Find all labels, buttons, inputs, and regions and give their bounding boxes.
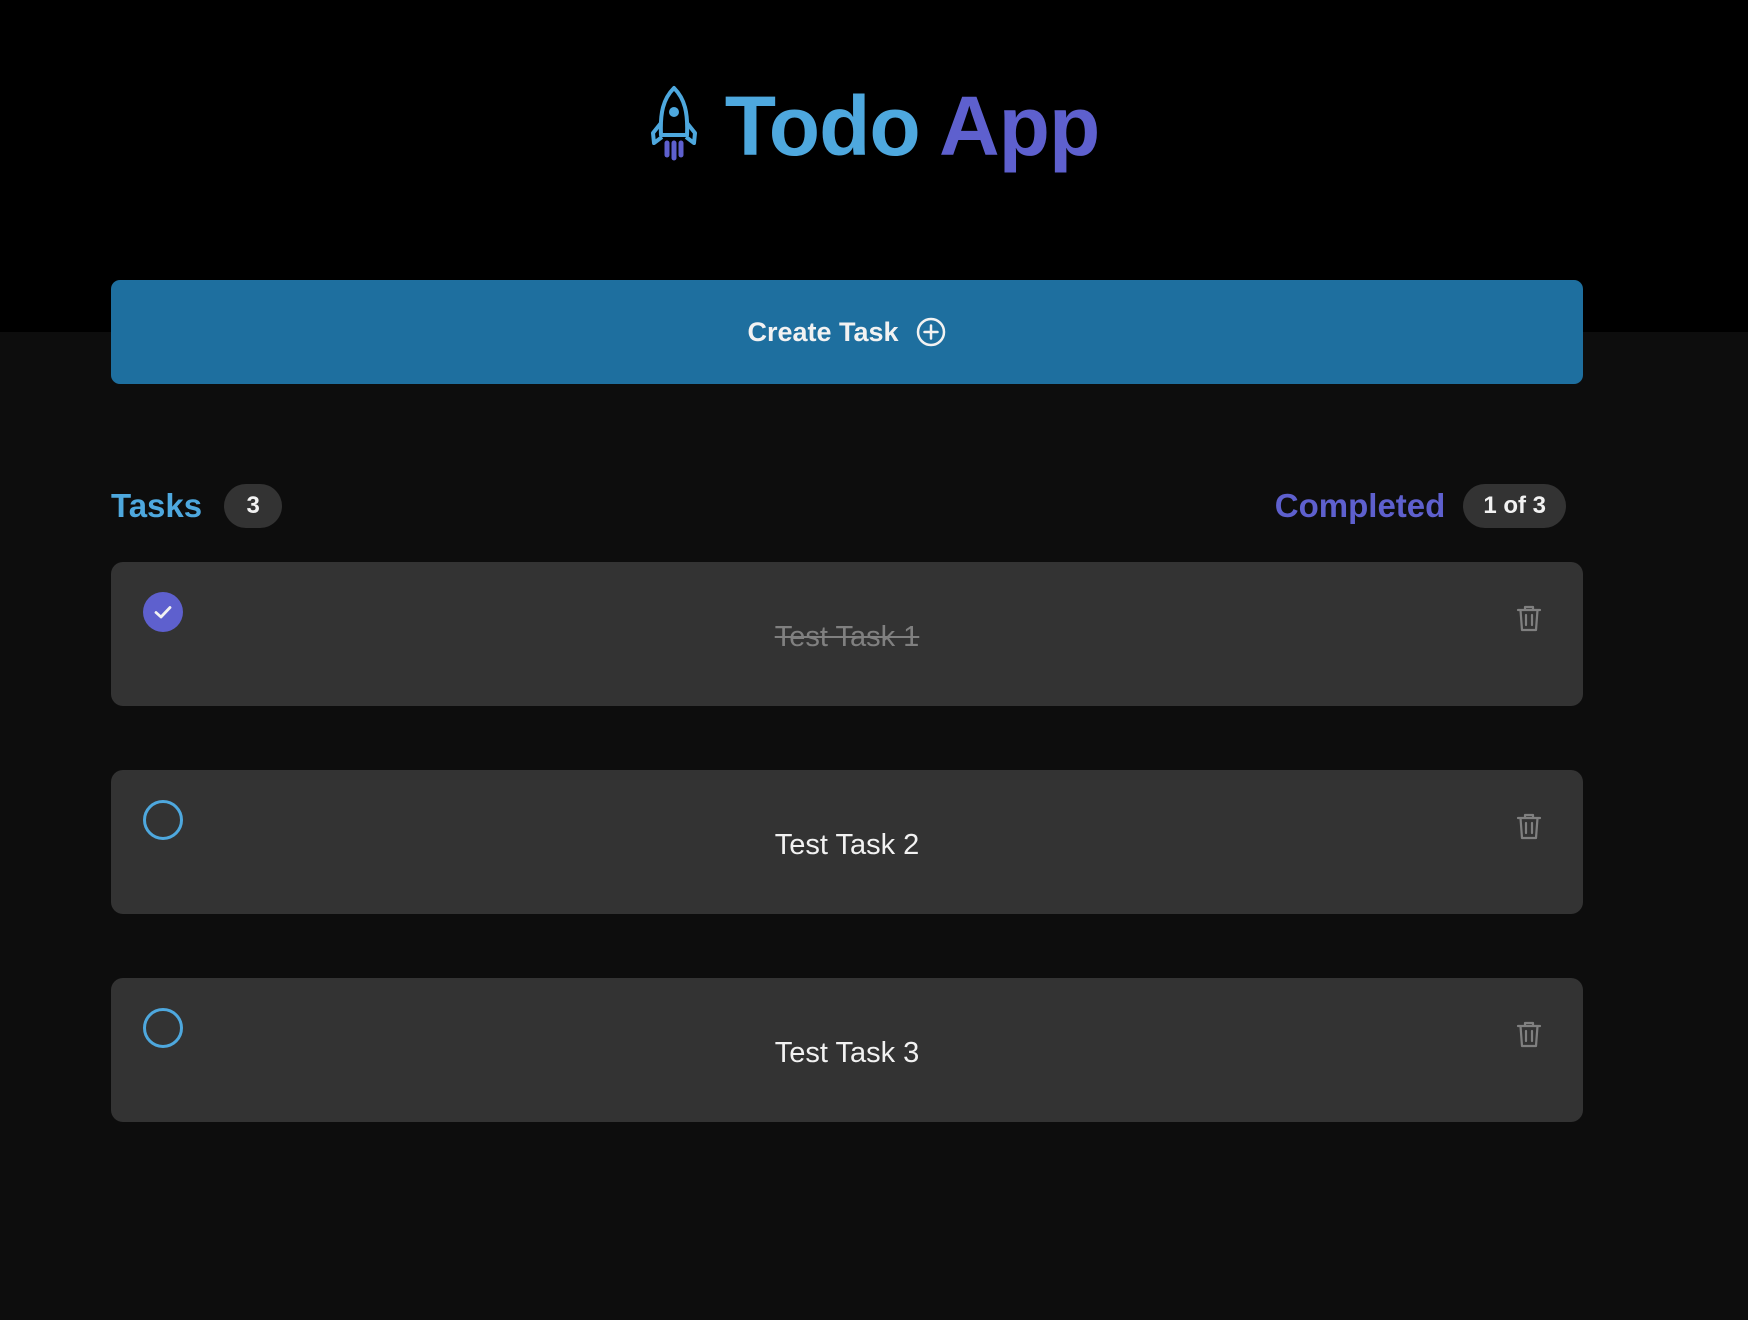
completed-count-badge: 1 of 3 (1463, 484, 1566, 528)
completed-summary: Completed 1 of 3 (1275, 484, 1566, 528)
trash-icon (1516, 1021, 1542, 1048)
plus-circle-icon (916, 317, 945, 347)
tasks-summary: Tasks 3 (111, 484, 283, 528)
delete-task-button[interactable] (1513, 810, 1545, 842)
completed-label: Completed (1274, 487, 1446, 524)
task-text: Test Task 1 (774, 621, 920, 653)
tasks-label: Tasks (111, 487, 203, 524)
rocket-icon (650, 86, 697, 161)
delete-task-button[interactable] (1513, 602, 1545, 634)
task-item: Test Task 3 (111, 978, 1583, 1122)
trash-icon (1516, 605, 1542, 632)
app-title: Todo App (725, 84, 1101, 168)
app-title-part1: Todo (724, 79, 921, 173)
task-item: Test Task 2 (111, 770, 1583, 914)
trash-icon (1516, 813, 1542, 840)
create-task-label: Create Task (747, 316, 899, 347)
app-brand: Todo App (0, 84, 1748, 168)
tasks-count-badge: 3 (224, 484, 283, 528)
app-title-part2: App (938, 79, 1100, 173)
task-text: Test Task 3 (774, 1037, 920, 1069)
task-item: Test Task 1 (111, 562, 1583, 706)
create-task-button[interactable]: Create Task (111, 280, 1583, 384)
task-text: Test Task 2 (774, 829, 920, 861)
delete-task-button[interactable] (1513, 1018, 1545, 1050)
